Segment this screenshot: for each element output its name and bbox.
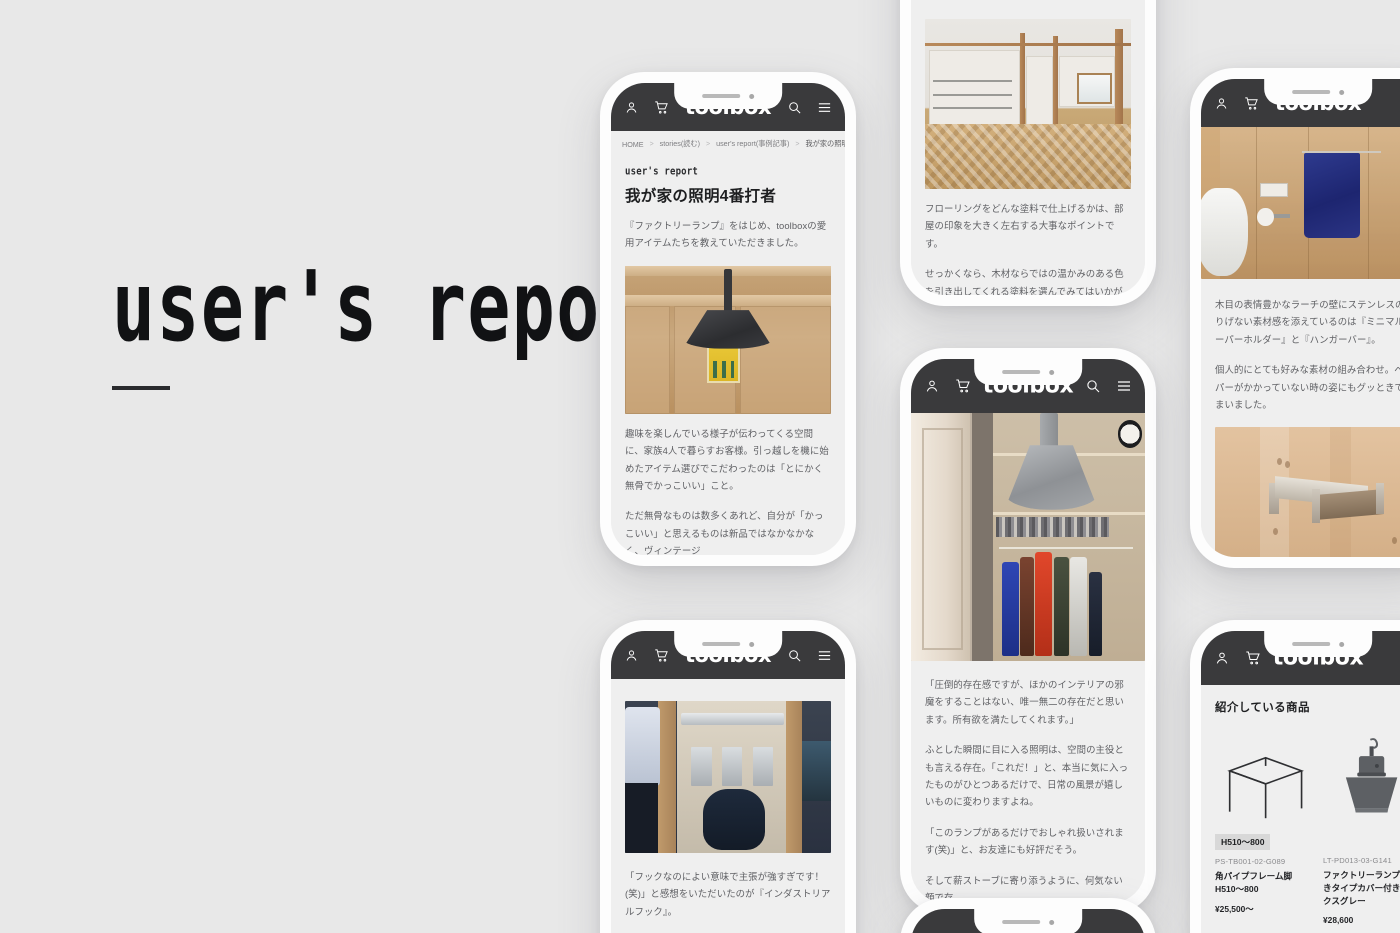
phone-notch xyxy=(974,359,1082,385)
closet-paragraph: 「圧倒的存在感ですが、ほかのインテリアの邪魔をすることはない、唯一無二の存在だと… xyxy=(925,679,1124,725)
cart-icon[interactable] xyxy=(654,648,669,663)
article-hero-image xyxy=(625,265,831,414)
phone-notch xyxy=(1264,631,1372,657)
page-title: user's report xyxy=(112,249,690,363)
paper-holder-image xyxy=(1215,427,1400,557)
phone-notch xyxy=(674,83,782,109)
hooks-paragraph: 「フックなのによい意味で主張が強すぎです！(笑)」と感想をいただいたのが『インダ… xyxy=(625,871,831,917)
product-price: ¥25,500〜 xyxy=(1215,903,1254,914)
article-paragraph: 趣味を楽しんでいる様子が伝わってくる空間に、家族4人で暮らすお客様。引っ越しを機… xyxy=(625,427,829,491)
room-paragraph: せっかくなら、木材ならではの温かみのある色を引き出してくれる塗料を選んでみてはい… xyxy=(925,268,1124,295)
breadcrumb-item-current: 我が家の照明 xyxy=(805,139,845,148)
hooks-image xyxy=(625,701,831,853)
hero-divider xyxy=(112,386,170,390)
search-icon[interactable] xyxy=(1085,378,1101,394)
bathroom-image xyxy=(1201,127,1400,279)
cart-icon[interactable] xyxy=(654,100,669,115)
search-icon[interactable] xyxy=(787,648,802,663)
phone-mockup-room: フローリングをどんな塗料で仕上げるかは、部屋の印象を大きく左右する大事なポイント… xyxy=(900,0,1156,306)
person-icon[interactable] xyxy=(1214,96,1229,111)
closet-paragraph: ふとした瞬間に目に入る照明は、空間の主役とも言える存在。「これだ！」と、本当に気… xyxy=(925,744,1129,808)
closet-image xyxy=(911,413,1145,661)
phone-mockup-products: toolbox 紹介している商品 H510〜800 PS-TB001-02-G0… xyxy=(1190,620,1400,933)
person-icon[interactable] xyxy=(1214,650,1230,666)
cart-icon[interactable] xyxy=(955,378,971,394)
breadcrumb-separator: > xyxy=(795,140,800,148)
product-card[interactable]: H510〜800 PS-TB001-02-G089 角パイプフレーム脚 H510… xyxy=(1215,727,1313,925)
product-name[interactable]: 角パイプフレーム脚 H510〜800 xyxy=(1215,870,1313,896)
phone-mockup-bathroom: toolbox xyxy=(1190,68,1400,568)
products-heading: 紹介している商品 xyxy=(1215,702,1310,714)
breadcrumb: HOME > stories(読む) > user's report(事例記事)… xyxy=(611,131,845,157)
product-card[interactable]: LT-PD013-03-G141 ファクトリーランプ 単巻きタイプカバー付き サ… xyxy=(1323,727,1400,925)
hamburger-menu-icon[interactable] xyxy=(1116,378,1132,394)
breadcrumb-item-users-report[interactable]: user's report(事例記事) xyxy=(716,139,789,149)
closet-paragraph: 「このランプがあるだけでおしゃれ扱いされます(笑)」と、お友達にも好評だそう。 xyxy=(925,826,1124,856)
product-price: ¥28,600 xyxy=(1323,914,1354,925)
product-image-table-frame xyxy=(1215,727,1313,831)
phone-mockup-hooks: toolbox xyxy=(600,620,856,933)
product-sku: PS-TB001-02-G089 xyxy=(1215,857,1286,866)
phone-notch xyxy=(1264,79,1372,105)
article-lede: 『ファクトリーランプ』をはじめ、toolboxの愛用アイテムたちを教えていただき… xyxy=(625,220,827,249)
bathroom-paragraph: 個人的にとても好みな素材の組み合わせ。ペーパーがかかっていない時の姿にもグッとき… xyxy=(1215,364,1400,410)
product-badge xyxy=(1323,840,1335,844)
article-title: 我が家の照明4番打者 xyxy=(625,188,777,205)
cart-icon[interactable] xyxy=(1244,96,1259,111)
person-icon[interactable] xyxy=(924,378,940,394)
breadcrumb-item-stories[interactable]: stories(読む) xyxy=(660,139,700,149)
room-image xyxy=(925,19,1131,189)
hamburger-menu-icon[interactable] xyxy=(817,100,832,115)
article-kicker: user's report xyxy=(625,166,699,178)
breadcrumb-separator: > xyxy=(706,140,711,148)
product-grid: H510〜800 PS-TB001-02-G089 角パイプフレーム脚 H510… xyxy=(1201,715,1400,925)
product-name[interactable]: ファクトリーランプ 単巻きタイプカバー付き サックスグレー xyxy=(1323,869,1400,908)
article-paragraph: ただ無骨なものは数多くあれど、自分が「かっこいい」と思えるものは新品ではなかなか… xyxy=(625,510,824,555)
person-icon[interactable] xyxy=(624,648,639,663)
breadcrumb-item-home[interactable]: HOME xyxy=(622,140,644,149)
product-sku: LT-PD013-03-G141 xyxy=(1323,856,1392,865)
product-badge: H510〜800 xyxy=(1215,834,1271,850)
person-icon[interactable] xyxy=(624,100,639,115)
phone-notch xyxy=(674,631,782,657)
room-paragraph: フローリングをどんな塗料で仕上げるかは、部屋の印象を大きく左右する大事なポイント… xyxy=(925,203,1124,249)
product-image-factory-lamp xyxy=(1323,727,1400,831)
phone-mockup-partial xyxy=(900,898,1156,933)
phone-notch xyxy=(974,909,1082,933)
phone-mockup-closet: toolbox 「圧倒的存在感ですが、ほかのインテリアの邪魔をすることはない、唯… xyxy=(900,348,1156,914)
phone-mockup-article: toolbox HOME xyxy=(600,72,856,566)
hamburger-menu-icon[interactable] xyxy=(817,648,832,663)
poster-canvas: user's report HOME > stories(読む) > user'… xyxy=(0,0,1400,933)
search-icon[interactable] xyxy=(787,100,802,115)
hero-lockup: user's report xyxy=(112,249,690,390)
cart-icon[interactable] xyxy=(1245,650,1261,666)
bathroom-paragraph: 木目の表情豊かなラーチの壁にステンレスのさりげない素材感を添えているのは『ミニマ… xyxy=(1215,299,1400,345)
breadcrumb-separator: > xyxy=(649,140,654,148)
